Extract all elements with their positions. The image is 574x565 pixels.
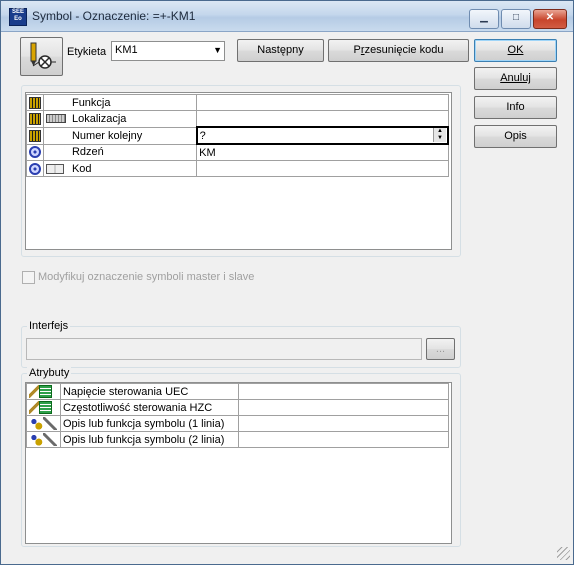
row-value[interactable] [196,160,449,177]
code-offset-button[interactable]: Przesunięcie kodu [328,39,469,62]
window-title: Symbol - Oznaczenie: =+-KM1 [32,9,196,23]
symbol-dialog: SEE Eo Symbol - Oznaczenie: =+-KM1 ▁ □ ✕… [0,0,574,565]
keyboard-icon [46,114,66,124]
building-icon [29,96,41,109]
row-label: Numer kolejny [69,126,198,145]
pencil-icon [29,385,39,398]
attr-icons [26,431,61,448]
grid-row-rdzen[interactable]: Rdzeń KM [26,143,449,161]
title-bar: SEE Eo Symbol - Oznaczenie: =+-KM1 ▁ □ ✕ [1,1,573,32]
plug-icon [43,417,57,430]
interfejs-input [26,338,422,360]
attr-label: Napięcie sterowania UEC [59,383,239,400]
attr-value[interactable] [237,383,450,400]
attr-row[interactable]: Opis lub funkcja symbolu (1 linia) [26,415,450,432]
attributes-grid: Napięcie sterowania UEC Częstotliwość st… [26,383,450,448]
table-icon [39,385,52,398]
attr-value[interactable] [237,399,450,416]
master-slave-checkbox[interactable] [22,271,35,284]
cancel-button[interactable]: Anuluj [474,67,557,90]
row-label: Rdzeń [69,143,198,161]
attr-label: Opis lub funkcja symbolu (2 linia) [59,431,239,448]
opis-button-label: Opis [504,130,527,142]
next-button-label: Następny [257,44,304,56]
building-icon [29,112,41,125]
attr-label: Opis lub funkcja symbolu (1 linia) [59,415,239,432]
spinner-up-icon[interactable]: ▲ [434,128,446,135]
attr-icons [26,415,61,432]
browse-label: ... [435,343,446,355]
etykieta-value: KM1 [115,44,138,56]
atrybuty-label: Atrybuty [27,367,72,379]
attr-row[interactable]: Opis lub funkcja symbolu (2 linia) [26,431,450,448]
minimize-button[interactable]: ▁ [469,9,499,29]
row-value[interactable] [196,110,449,128]
maximize-button[interactable]: □ [501,9,531,29]
attr-icons [26,399,61,416]
row-icon [26,126,44,145]
row-subicon [43,143,70,161]
app-icon: SEE Eo [9,8,27,26]
row-label: Funkcja [69,94,198,111]
people-icon [29,433,43,446]
row-subicon [43,160,70,177]
next-button[interactable]: Następny [237,39,324,62]
code-offset-label: Przesunięcie kodu [353,44,444,56]
etykieta-label: Etykieta [67,46,107,58]
row-subicon [43,94,70,111]
chevron-down-icon[interactable]: ▼ [213,45,222,55]
row-subicon [43,126,70,145]
opis-button[interactable]: Opis [474,125,557,148]
attr-row[interactable]: Częstotliwość sterowania HZC [26,399,450,416]
ok-button-label: OK [507,44,524,56]
resize-grip-icon[interactable] [557,547,570,560]
row-label: Lokalizacja [69,110,198,128]
grid-row-numer-kolejny[interactable]: Numer kolejny ? ▲ ▼ [26,126,450,145]
row-icon [26,160,44,177]
attr-row[interactable]: Napięcie sterowania UEC [26,383,450,400]
row-icon [26,110,44,128]
info-button-label: Info [506,101,525,113]
symbol-pencil-icon [30,42,56,69]
interfejs-label: Interfejs [27,320,71,332]
etykieta-combobox[interactable]: KM1 ▼ [111,41,225,61]
ok-button[interactable]: OK [474,39,557,62]
attr-icons [26,383,61,400]
spinner[interactable]: ▲ ▼ [433,128,446,142]
table-icon [39,401,52,414]
attr-value[interactable] [237,415,450,432]
symbol-picker-button[interactable] [20,37,63,76]
grid-row-funkcja[interactable]: Funkcja [26,94,449,111]
spinner-down-icon[interactable]: ▼ [434,135,446,142]
numer-kolejny-value[interactable]: ? [200,130,206,142]
row-value[interactable]: KM [196,143,449,161]
book-icon [46,163,64,174]
row-value[interactable] [196,94,449,111]
interfejs-browse-button[interactable]: ... [426,338,455,360]
designation-grid: Funkcja Lokalizacja Numer kolejny ? ▲ ▼ [26,94,450,177]
row-value-spinner[interactable]: ? ▲ ▼ [195,126,450,145]
row-subicon [43,110,70,128]
row-label: Kod [69,160,198,177]
attr-value[interactable] [237,431,450,448]
info-button[interactable]: Info [474,96,557,119]
target-icon [29,146,41,159]
building-icon [29,129,41,142]
pencil-icon [29,401,39,414]
plug-icon [43,433,57,446]
grid-row-lokalizacja[interactable]: Lokalizacja [26,110,449,128]
target-icon [29,162,41,175]
people-icon [29,417,43,430]
cancel-button-label: Anuluj [500,72,531,84]
attr-label: Częstotliwość sterowania HZC [59,399,239,416]
row-icon [26,143,44,161]
master-slave-label: Modyfikuj oznaczenie symboli master i sl… [38,271,255,283]
grid-row-kod[interactable]: Kod [26,160,449,177]
close-button[interactable]: ✕ [533,9,567,29]
row-icon [26,94,44,111]
